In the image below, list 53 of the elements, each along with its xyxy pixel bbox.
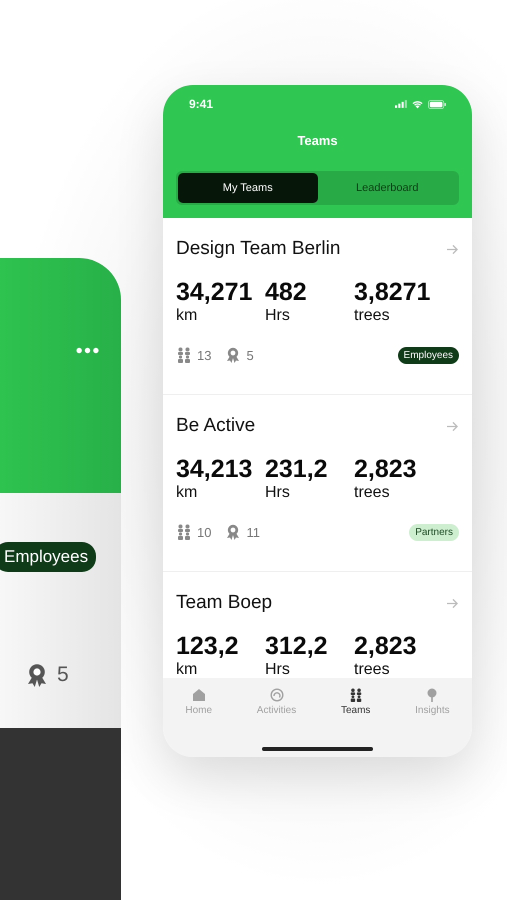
award-count: 5 <box>57 663 69 687</box>
stat-value: 2,823 <box>354 456 418 484</box>
team-name: Team Boep <box>176 592 272 614</box>
people-icon <box>176 347 192 363</box>
stat-value: 231,2 <box>265 456 329 484</box>
award-count: 11 <box>246 524 260 540</box>
swirl-icon <box>270 688 284 702</box>
award-icon <box>25 663 49 687</box>
signal-icon <box>395 100 407 108</box>
stat-unit: km <box>176 484 198 502</box>
award-icon <box>225 347 242 363</box>
member-count: 10 <box>197 524 212 540</box>
team-tag: Partners <box>409 524 459 540</box>
screen-title: Teams <box>296 133 339 148</box>
team-name: Be Active <box>176 415 256 437</box>
battery-icon <box>428 100 446 108</box>
stat-unit: trees <box>354 660 391 678</box>
stat-value: 123,2 <box>176 633 240 660</box>
stat-value: 482 <box>265 279 308 306</box>
nav-tab[interactable]: Teams <box>336 688 374 716</box>
tree-icon <box>425 688 440 702</box>
stat-unit: Hrs <box>265 660 291 678</box>
award-count: 5 <box>246 348 254 362</box>
stat-unit: Hrs <box>265 306 291 324</box>
award-icon <box>225 524 242 540</box>
stat-value: 2,823 <box>354 633 418 660</box>
member-count: 13 <box>197 348 212 362</box>
team-tag: Employees <box>0 542 96 572</box>
arrow-right-icon[interactable] <box>446 244 459 254</box>
stat-unit: trees <box>354 306 391 324</box>
nav-tab[interactable]: Home <box>181 688 216 716</box>
tab[interactable]: My Teams <box>178 173 318 203</box>
stat-unit: Hrs <box>265 484 291 502</box>
stat-value: 3,8271 <box>354 279 432 306</box>
nav-tab[interactable]: Activities <box>252 688 300 716</box>
nav-tab[interactable]: Insights <box>411 688 454 716</box>
stat-value: 312,2 <box>265 633 329 660</box>
more-icon[interactable] <box>76 347 99 354</box>
stat-unit: km <box>176 306 198 324</box>
status-time: 9:41 <box>189 97 214 111</box>
home-icon <box>192 688 206 702</box>
wifi-icon <box>412 100 423 108</box>
team-name: Design Team Berlin <box>176 238 340 260</box>
arrow-right-icon[interactable] <box>446 420 459 432</box>
tab[interactable]: Leaderboard <box>318 173 457 203</box>
stat-unit: trees <box>354 484 391 502</box>
team-tag: Employees <box>398 346 459 364</box>
people-icon <box>176 524 192 540</box>
stat-unit: km <box>176 660 198 678</box>
stat-value: 34,271 <box>176 279 254 306</box>
arrow-right-icon[interactable] <box>446 598 459 608</box>
people-icon <box>348 688 363 702</box>
stat-value: 34,213 <box>176 456 254 484</box>
